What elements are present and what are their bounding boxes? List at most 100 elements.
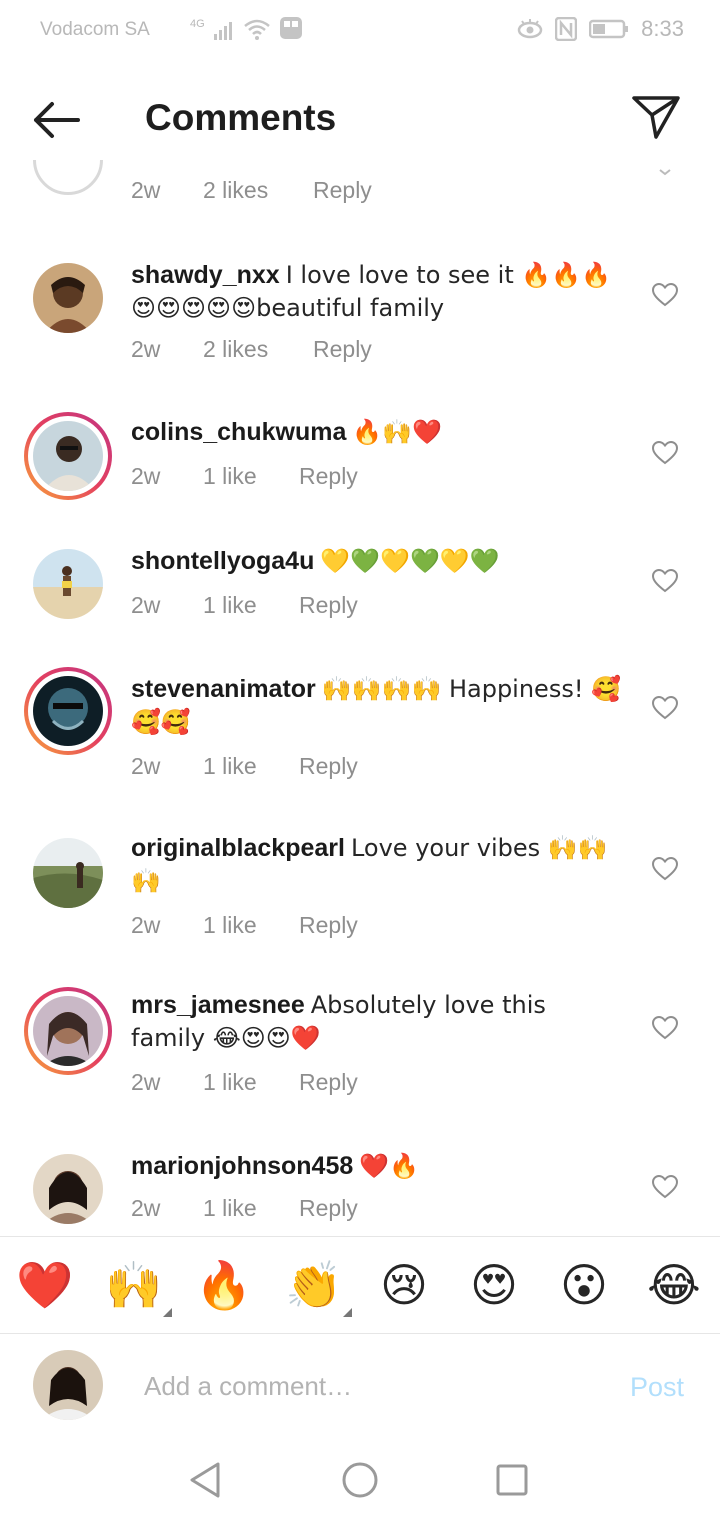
back-button[interactable]	[28, 97, 84, 143]
reaction-clap-button[interactable]: 👏	[284, 1255, 352, 1317]
comment-username[interactable]: mrs_jamesnee	[131, 991, 305, 1019]
comment-meta: 2w 1 like Reply	[131, 753, 358, 780]
comment-meta: 2w 2 likes Reply	[131, 336, 372, 363]
wifi-icon	[243, 19, 270, 40]
comment-body: mrs_jamesnee Absolutely love this family …	[131, 989, 621, 1055]
reaction-crying-button[interactable]: 😢	[374, 1255, 434, 1315]
nav-home-icon[interactable]	[336, 1456, 384, 1504]
like-count-link[interactable]: 1 like	[203, 1195, 299, 1222]
comment-time: 2w	[131, 1069, 161, 1095]
like-heart-icon[interactable]	[652, 1016, 678, 1040]
status-bar: Vodacom SA 4G 8:33	[0, 0, 720, 62]
avatar-photo	[33, 549, 103, 619]
like-heart-icon[interactable]	[652, 1175, 678, 1199]
comment-username[interactable]: originalblackpearl	[131, 834, 345, 862]
like-count-link[interactable]: 1 like	[203, 463, 299, 490]
comment-meta: 2w 1 like Reply	[131, 592, 358, 619]
network-type-label: 4G	[190, 18, 205, 30]
avatar[interactable]	[33, 1154, 103, 1224]
reaction-heart-eyes-button[interactable]: 😍	[464, 1255, 524, 1315]
system-nav-bar	[0, 1438, 720, 1520]
like-heart-icon[interactable]	[652, 696, 678, 720]
reply-button[interactable]: Reply	[299, 463, 358, 490]
reaction-laughing-button[interactable]: 😂	[644, 1255, 704, 1315]
reply-button[interactable]: Reply	[299, 592, 358, 619]
nfc-icon	[555, 17, 578, 41]
comment-time: 2w	[131, 592, 161, 618]
comment-meta: 2w 1 like Reply	[131, 1069, 358, 1096]
avatar-photo	[33, 1350, 103, 1420]
avatar-photo	[33, 421, 103, 491]
reply-button[interactable]: Reply	[299, 753, 358, 780]
nav-back-icon[interactable]	[182, 1456, 230, 1504]
like-count-link[interactable]: 2 likes	[203, 177, 313, 204]
comment-time: 2w	[131, 336, 161, 362]
comment-username[interactable]: colins_chukwuma	[131, 418, 346, 446]
reply-button[interactable]: Reply	[299, 1069, 358, 1096]
like-count-link[interactable]: 2 likes	[203, 336, 313, 363]
comment-time: 2w	[131, 1195, 161, 1221]
reaction-heart-button[interactable]: ❤️	[15, 1255, 75, 1315]
avatar[interactable]	[33, 549, 103, 619]
network-indicators: 4G	[190, 16, 303, 40]
comment-username[interactable]: shawdy_nxx	[131, 261, 280, 289]
gallery-notification-icon	[279, 17, 302, 39]
reaction-surprised-button[interactable]: 😮	[554, 1255, 614, 1315]
arrow-left-icon	[34, 102, 80, 138]
avatar	[33, 676, 103, 746]
battery-icon	[589, 19, 629, 39]
comment-body: colins_chukwuma 🔥🙌❤️	[131, 416, 621, 449]
avatar-story-ring[interactable]	[24, 412, 112, 500]
nav-recents-icon[interactable]	[488, 1456, 536, 1504]
avatar-story-ring[interactable]	[24, 667, 112, 755]
skin-tone-indicator	[163, 1308, 172, 1317]
comment-meta: 2w 1 like Reply	[131, 463, 358, 490]
comment-time: 2w	[131, 177, 161, 203]
comment-body: stevenanimator 🙌🙌🙌🙌 Happiness! 🥰🥰🥰	[131, 673, 621, 739]
comment-input[interactable]	[130, 1355, 606, 1417]
avatar	[33, 996, 103, 1066]
like-count-link[interactable]: 1 like	[203, 912, 299, 939]
carrier-label: Vodacom SA	[40, 19, 150, 40]
comment-time: 2w	[131, 912, 161, 938]
comment-text: ❤️🔥	[359, 1152, 420, 1180]
comment-meta: 2w 1 like Reply	[131, 1195, 358, 1222]
comment-username[interactable]: stevenanimator	[131, 675, 316, 703]
avatar-photo	[33, 996, 103, 1066]
chevron-down-icon	[659, 169, 671, 176]
reaction-fire-button[interactable]: 🔥	[194, 1255, 254, 1315]
comment-text: 🔥🙌❤️	[352, 418, 443, 446]
avatar-photo	[33, 676, 103, 746]
comment-username[interactable]: shontellyoga4u	[131, 547, 314, 575]
my-avatar	[33, 1350, 103, 1420]
comment-time: 2w	[131, 463, 161, 489]
clapping-hands-icon: 👏	[285, 1258, 343, 1312]
comment-username[interactable]: marionjohnson458	[131, 1152, 353, 1180]
reply-button[interactable]: Reply	[299, 912, 358, 939]
comment-time: 2w	[131, 753, 161, 779]
like-heart-icon[interactable]	[652, 283, 678, 307]
reply-button[interactable]: Reply	[299, 1195, 358, 1222]
like-heart-icon[interactable]	[652, 857, 678, 881]
like-count-link[interactable]: 1 like	[203, 592, 299, 619]
comment-body: shontellyoga4u 💛💚💛💚💛💚	[131, 545, 621, 578]
share-button[interactable]	[630, 93, 682, 141]
quick-reaction-bar: ❤️ 🙌 🔥 👏 😢 😍 😮 😂	[0, 1236, 720, 1334]
like-heart-icon[interactable]	[652, 569, 678, 593]
raised-hands-icon: 🙌	[105, 1258, 163, 1312]
avatar[interactable]	[33, 263, 103, 333]
comments-list[interactable]: 2w 2 likes Reply shawdy_nxx I love love t…	[0, 160, 720, 1235]
reply-button[interactable]: Reply	[313, 336, 372, 363]
like-count-link[interactable]: 1 like	[203, 1069, 299, 1096]
reaction-raised-hands-button[interactable]: 🙌	[104, 1255, 172, 1317]
status-indicators-right: 8:33	[517, 16, 684, 42]
avatar[interactable]	[33, 838, 103, 908]
comment-body: originalblackpearl Love your vibes 🙌🙌🙌	[131, 832, 621, 898]
clock: 8:33	[641, 16, 684, 41]
post-button[interactable]: Post	[630, 1372, 684, 1403]
avatar-story-ring[interactable]	[24, 987, 112, 1075]
avatar[interactable]	[33, 160, 103, 195]
like-heart-icon[interactable]	[652, 441, 678, 465]
like-count-link[interactable]: 1 like	[203, 753, 299, 780]
reply-button[interactable]: Reply	[313, 177, 372, 204]
